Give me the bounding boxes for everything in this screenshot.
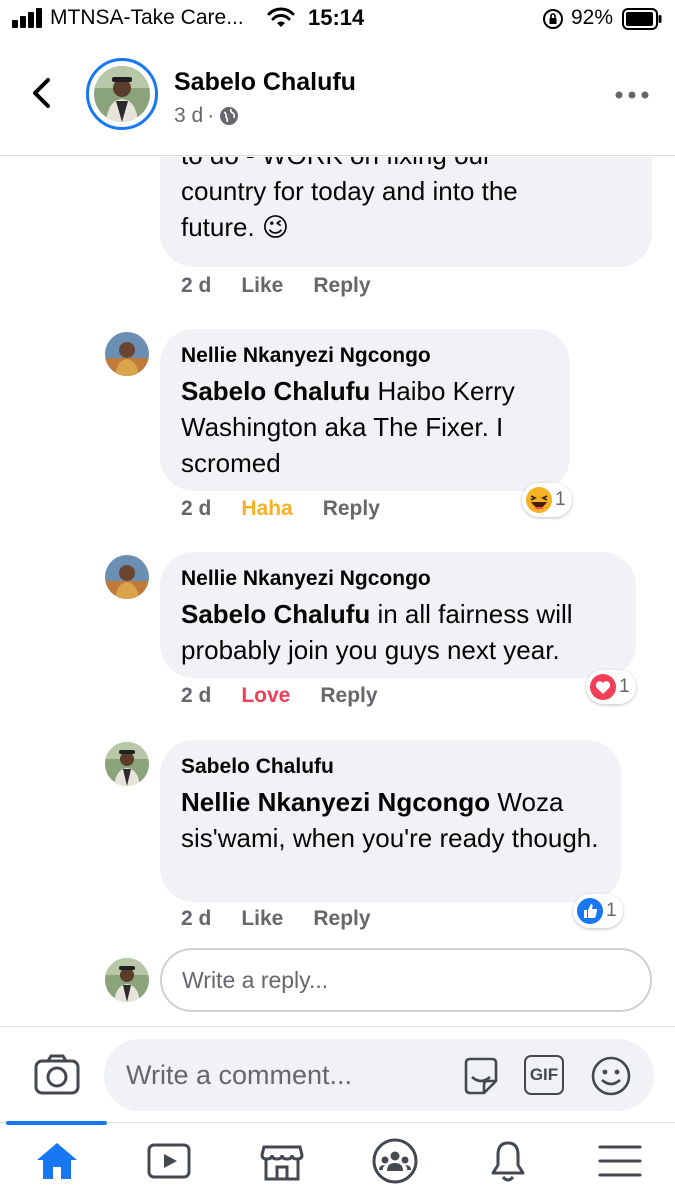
comment-line: country for today and into the	[181, 176, 518, 206]
haha-button[interactable]: Haha	[241, 497, 292, 521]
author-name[interactable]: Sabelo Chalufu	[174, 68, 356, 97]
sticker-icon[interactable]	[460, 1055, 502, 1097]
reaction-count: 1	[606, 900, 617, 921]
comment-author[interactable]: Nellie Nkanyezi Ngcongo	[181, 343, 548, 369]
smiley-icon[interactable]	[590, 1055, 632, 1097]
post-header: Sabelo Chalufu 3 d ·	[0, 38, 675, 156]
mention-link[interactable]: Nellie Nkanyezi Ngcongo	[181, 787, 490, 817]
reaction-badge[interactable]: 1	[573, 894, 623, 928]
reaction-badge[interactable]: 1	[522, 483, 572, 517]
comment-time: 2 d	[181, 907, 212, 930]
avatar	[94, 66, 150, 122]
reply-field[interactable]	[160, 948, 652, 1012]
reaction-count: 1	[619, 676, 630, 697]
reply-button[interactable]: Reply	[313, 274, 370, 298]
active-tab-indicator	[6, 1121, 107, 1125]
groups-icon[interactable]	[371, 1137, 419, 1185]
comment-time: 2 d	[181, 497, 212, 520]
comment-text: Sabelo Chalufu in all fairness will prob…	[181, 596, 614, 668]
comment-actions: 2 d Like Reply	[181, 274, 371, 298]
chevron-left-icon[interactable]	[28, 76, 56, 110]
signal-icon	[12, 8, 46, 28]
clock: 15:14	[308, 5, 365, 30]
reply-button[interactable]: Reply	[320, 684, 377, 708]
avatar[interactable]	[105, 332, 149, 376]
comment-clip: to do - WORK on fixing our country for t…	[0, 157, 675, 267]
comment-text: Nellie Nkanyezi Ngcongo Woza sis'wami, w…	[181, 784, 599, 856]
reply-input[interactable]	[162, 950, 650, 1010]
notifications-icon[interactable]	[484, 1137, 532, 1185]
comment-time: 2 d	[181, 274, 212, 297]
post-age: 3 d	[174, 104, 204, 127]
marketplace-icon[interactable]	[258, 1137, 306, 1185]
comment-composer: GIF	[0, 1026, 675, 1122]
avatar[interactable]	[105, 742, 149, 786]
wifi-icon	[267, 7, 295, 27]
mention-link[interactable]: Sabelo Chalufu	[181, 599, 370, 629]
comment-actions: 2 d Like Reply	[181, 907, 371, 931]
mention-link[interactable]: Sabelo Chalufu	[181, 376, 370, 406]
reply-button[interactable]: Reply	[323, 497, 380, 521]
comment-input[interactable]	[104, 1039, 434, 1111]
comment-bubble: Sabelo Chalufu Nellie Nkanyezi Ngcongo W…	[160, 740, 621, 902]
comment-bubble: Nellie Nkanyezi Ngcongo Sabelo Chalufu H…	[160, 329, 570, 491]
like-button[interactable]: Like	[241, 274, 283, 298]
love-reaction-icon	[590, 674, 616, 700]
comment-author[interactable]: Sabelo Chalufu	[181, 754, 599, 780]
reaction-badge[interactable]: 1	[586, 670, 636, 704]
camera-icon[interactable]	[34, 1053, 80, 1095]
comment-text: Sabelo Chalufu Haibo Kerry Washington ak…	[181, 373, 548, 481]
reply-button[interactable]: Reply	[313, 907, 370, 931]
globe-icon	[220, 107, 239, 125]
avatar[interactable]	[105, 555, 149, 599]
battery-percent: 92%	[571, 6, 614, 29]
like-button[interactable]: Like	[241, 907, 283, 931]
battery-icon	[622, 8, 662, 30]
comment-actions: 2 d Haha Reply	[181, 497, 380, 521]
rotation-lock-icon	[543, 9, 563, 29]
comment-line: future. 😉	[181, 212, 290, 242]
comment-line: to do - WORK on fixing our	[181, 157, 630, 173]
more-horizontal-icon[interactable]	[614, 90, 650, 100]
comment-field[interactable]: GIF	[104, 1039, 654, 1111]
gif-label: GIF	[529, 1065, 559, 1084]
haha-reaction-icon	[526, 487, 552, 513]
author-avatar-ring[interactable]	[86, 58, 158, 130]
comment-time: 2 d	[181, 684, 212, 707]
comment-author[interactable]: Nellie Nkanyezi Ngcongo	[181, 566, 614, 592]
status-bar: MTNSA-Take Care... 15:14 92%	[0, 0, 675, 38]
home-icon[interactable]	[33, 1137, 81, 1185]
menu-icon[interactable]	[596, 1137, 644, 1185]
meta-separator: ·	[207, 104, 215, 127]
like-reaction-icon	[577, 898, 603, 924]
comment-bubble: to do - WORK on fixing our country for t…	[160, 157, 652, 267]
avatar	[105, 958, 149, 1002]
love-button[interactable]: Love	[241, 684, 290, 708]
carrier-name: MTNSA-Take Care...	[50, 6, 244, 29]
comment-bubble: Nellie Nkanyezi Ngcongo Sabelo Chalufu i…	[160, 552, 636, 678]
post-meta: 3 d ·	[174, 104, 240, 128]
reaction-count: 1	[555, 489, 566, 510]
watch-icon[interactable]	[145, 1137, 193, 1185]
comment-actions: 2 d Love Reply	[181, 684, 378, 708]
gif-icon[interactable]: GIF	[524, 1055, 564, 1095]
bottom-tab-bar	[0, 1121, 675, 1200]
